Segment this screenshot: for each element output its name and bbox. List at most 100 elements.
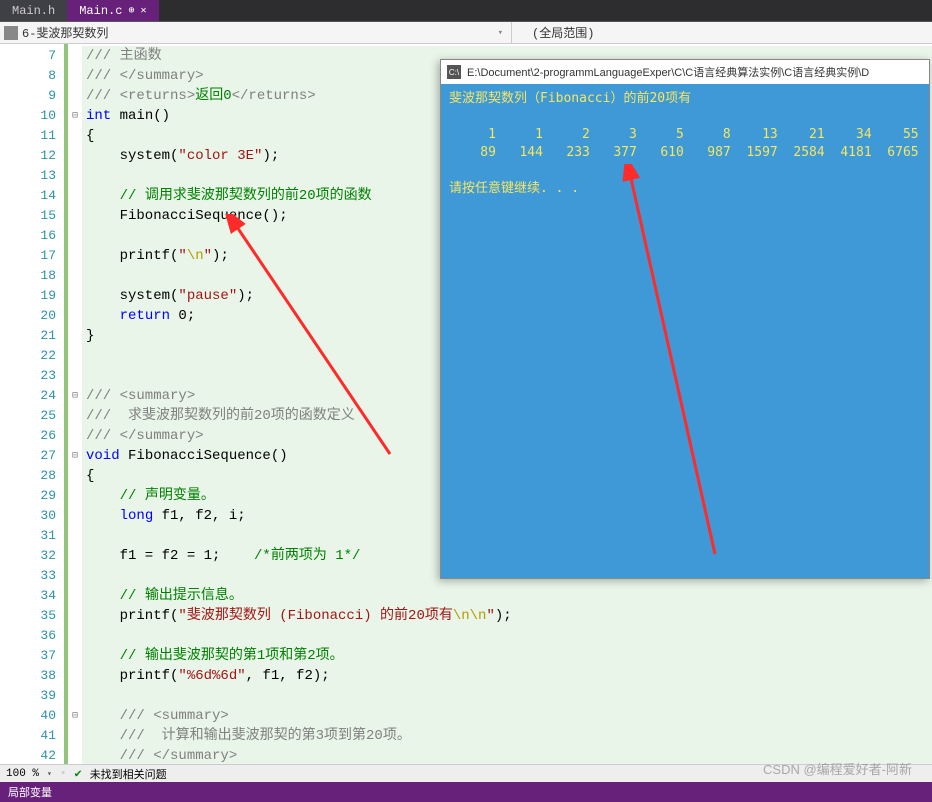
code-line[interactable]: printf("斐波那契数列 (Fibonacci) 的前20项有\n\n"); <box>82 606 932 626</box>
status-text: 局部变量 <box>8 784 52 800</box>
code-line[interactable]: printf("%6d%6d", f1, f2); <box>82 666 932 686</box>
nav-scope[interactable]: (全局范围) <box>512 24 932 41</box>
fold-toggle <box>68 306 82 326</box>
line-number: 15 <box>0 206 56 226</box>
fold-toggle <box>68 86 82 106</box>
fold-toggle <box>68 486 82 506</box>
fold-toggle <box>68 206 82 226</box>
tab-main-h[interactable]: Main.h <box>0 0 67 21</box>
fold-toggle <box>68 526 82 546</box>
code-line[interactable] <box>82 626 932 646</box>
fold-toggle[interactable]: ⊟ <box>68 706 82 726</box>
line-number: 12 <box>0 146 56 166</box>
line-number: 32 <box>0 546 56 566</box>
line-number: 17 <box>0 246 56 266</box>
fold-toggle <box>68 466 82 486</box>
pin-icon[interactable]: ⊕ <box>128 5 134 17</box>
console-header: 斐波那契数列（Fibonacci）的前20项有 <box>449 90 921 108</box>
tab-main-c[interactable]: Main.c ⊕ ✕ <box>67 0 158 21</box>
fold-toggle <box>68 586 82 606</box>
line-number: 28 <box>0 466 56 486</box>
fold-toggle <box>68 46 82 66</box>
fold-toggle <box>68 726 82 746</box>
fold-toggle <box>68 686 82 706</box>
fold-column: ⊟ ⊟ ⊟ ⊟ <box>68 44 82 776</box>
line-number: 16 <box>0 226 56 246</box>
line-number: 27 <box>0 446 56 466</box>
line-number: 14 <box>0 186 56 206</box>
line-number: 36 <box>0 626 56 646</box>
console-body: 斐波那契数列（Fibonacci）的前20项有 1 1 2 3 5 8 13 2… <box>441 84 929 204</box>
fold-toggle <box>68 606 82 626</box>
line-number: 38 <box>0 666 56 686</box>
line-number-gutter: 7891011121314151617181920212223242526272… <box>0 44 68 776</box>
fold-toggle <box>68 626 82 646</box>
line-number: 10 <box>0 106 56 126</box>
project-name: 6-斐波那契数列 <box>22 24 108 41</box>
console-window: C:\ E:\Document\2-programmLanguageExper\… <box>440 59 930 579</box>
fold-toggle <box>68 186 82 206</box>
code-line[interactable]: /// 计算和输出斐波那契的第3项到第20项。 <box>82 726 932 746</box>
fold-toggle <box>68 566 82 586</box>
code-line[interactable]: /// <summary> <box>82 706 932 726</box>
close-icon[interactable]: ✕ <box>140 5 146 17</box>
fold-toggle <box>68 406 82 426</box>
separator: • <box>60 768 67 780</box>
line-number: 25 <box>0 406 56 426</box>
console-data-row: 1 1 2 3 5 8 13 21 34 55 <box>449 126 921 144</box>
tab-label: Main.c <box>79 4 122 18</box>
fold-toggle <box>68 266 82 286</box>
fold-toggle <box>68 546 82 566</box>
fold-toggle <box>68 226 82 246</box>
console-blank <box>449 108 921 126</box>
watermark: CSDN @编程爱好者-阿新 <box>763 759 912 778</box>
fold-toggle <box>68 346 82 366</box>
fold-toggle <box>68 666 82 686</box>
line-number: 21 <box>0 326 56 346</box>
code-line[interactable]: // 输出提示信息。 <box>82 586 932 606</box>
line-number: 13 <box>0 166 56 186</box>
fold-toggle <box>68 746 82 766</box>
console-titlebar[interactable]: C:\ E:\Document\2-programmLanguageExper\… <box>441 60 929 84</box>
code-line[interactable]: // 输出斐波那契的第1项和第2项。 <box>82 646 932 666</box>
line-number: 19 <box>0 286 56 306</box>
line-number: 40 <box>0 706 56 726</box>
console-title-text: E:\Document\2-programmLanguageExper\C\C语… <box>467 64 869 80</box>
fold-toggle <box>68 506 82 526</box>
line-number: 35 <box>0 606 56 626</box>
console-data-row: 89 144 233 377 610 987 1597 2584 4181 67… <box>449 144 921 162</box>
fold-toggle[interactable]: ⊟ <box>68 106 82 126</box>
line-number: 24 <box>0 386 56 406</box>
line-number: 23 <box>0 366 56 386</box>
fold-toggle[interactable]: ⊟ <box>68 386 82 406</box>
code-line[interactable] <box>82 686 932 706</box>
line-number: 33 <box>0 566 56 586</box>
line-number: 42 <box>0 746 56 766</box>
console-blank <box>449 162 921 180</box>
fold-toggle <box>68 646 82 666</box>
fold-toggle <box>68 66 82 86</box>
zoom-dropdown-icon[interactable]: ▾ <box>47 769 52 779</box>
line-number: 29 <box>0 486 56 506</box>
project-icon <box>4 26 18 40</box>
line-number: 18 <box>0 266 56 286</box>
line-number: 20 <box>0 306 56 326</box>
nav-project[interactable]: 6-斐波那契数列 ▾ <box>0 24 511 41</box>
line-number: 9 <box>0 86 56 106</box>
line-number: 37 <box>0 646 56 666</box>
line-number: 31 <box>0 526 56 546</box>
line-number: 8 <box>0 66 56 86</box>
chevron-down-icon[interactable]: ▾ <box>498 28 511 38</box>
fold-toggle <box>68 146 82 166</box>
scope-label: (全局范围) <box>532 27 594 41</box>
status-bar: 局部变量 <box>0 782 932 802</box>
line-number: 11 <box>0 126 56 146</box>
fold-toggle <box>68 366 82 386</box>
line-number: 22 <box>0 346 56 366</box>
zoom-level[interactable]: 100 % <box>6 768 39 780</box>
navigation-bar: 6-斐波那契数列 ▾ (全局范围) <box>0 22 932 44</box>
fold-toggle <box>68 246 82 266</box>
fold-toggle[interactable]: ⊟ <box>68 446 82 466</box>
tab-label: Main.h <box>12 4 55 18</box>
fold-toggle <box>68 286 82 306</box>
